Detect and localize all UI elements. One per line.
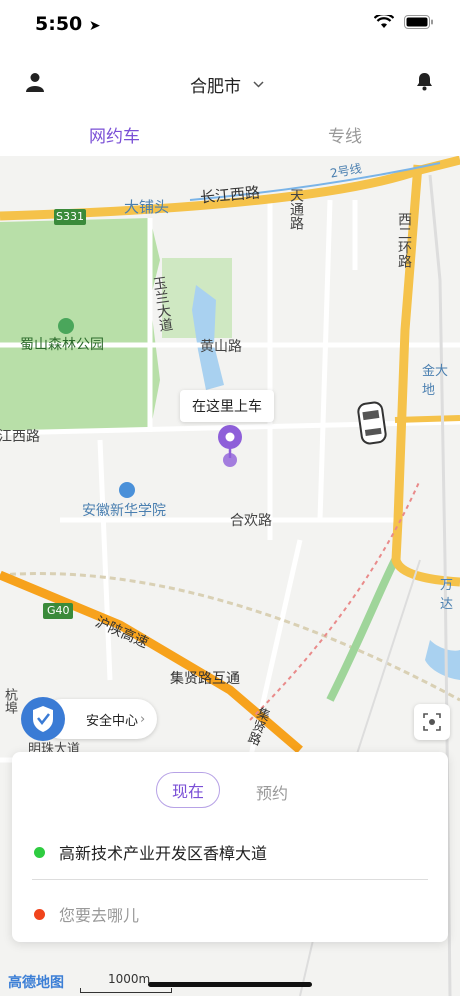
pickup-row[interactable]: 高新技术产业开发区香樟大道 [34, 840, 267, 864]
safety-center-button[interactable]: 安全中心 › [20, 697, 158, 741]
locate-icon [423, 713, 441, 731]
location-arrow-icon: ➤ [88, 18, 101, 34]
amap-logo: 高德地图 [8, 975, 64, 991]
app-header: 合肥市 网约车 专线 [0, 50, 460, 156]
map-scale-bar [80, 988, 172, 993]
city-name: 合肥市 [190, 77, 241, 97]
home-indicator[interactable] [148, 982, 312, 987]
chevron-down-icon [253, 81, 264, 88]
time-text: 5:50 [35, 13, 83, 35]
booking-card: 现在 预约 高新技术产业开发区香樟大道 您要去哪儿 [12, 752, 448, 942]
chevron-right-icon: › [140, 711, 146, 727]
tab-special-line[interactable]: 专线 [328, 122, 362, 147]
status-icons [374, 15, 434, 29]
destination-placeholder: 您要去哪儿 [59, 906, 140, 925]
card-divider [32, 879, 428, 880]
status-bar: 5:50 ➤ [0, 0, 460, 50]
wifi-icon [374, 15, 394, 28]
destination-row[interactable]: 您要去哪儿 [34, 902, 139, 926]
map-scale-text: 1000m [108, 972, 151, 986]
service-tabs: 网约车 专线 [0, 112, 460, 152]
status-time: 5:50 ➤ [35, 13, 101, 35]
pickup-address: 高新技术产业开发区香樟大道 [59, 844, 268, 863]
segment-reserve[interactable]: 预约 [256, 780, 288, 804]
bell-icon[interactable] [416, 72, 433, 91]
locate-button[interactable] [414, 704, 450, 740]
end-dot-icon [34, 908, 45, 920]
user-icon[interactable] [26, 72, 44, 92]
pickup-label: 在这里上车 [180, 390, 274, 422]
city-selector[interactable]: 合肥市 [190, 72, 264, 97]
safety-center-label: 安全中心 [86, 713, 139, 729]
map-footer: 高德地图 1000m [0, 972, 460, 996]
car-icon [357, 401, 387, 445]
battery-icon [404, 15, 433, 29]
start-dot-icon [34, 846, 45, 858]
tab-ride-hailing[interactable]: 网约车 [89, 122, 140, 147]
shield-icon [21, 697, 65, 741]
park-area [0, 218, 160, 432]
segment-now[interactable]: 现在 [156, 772, 220, 808]
